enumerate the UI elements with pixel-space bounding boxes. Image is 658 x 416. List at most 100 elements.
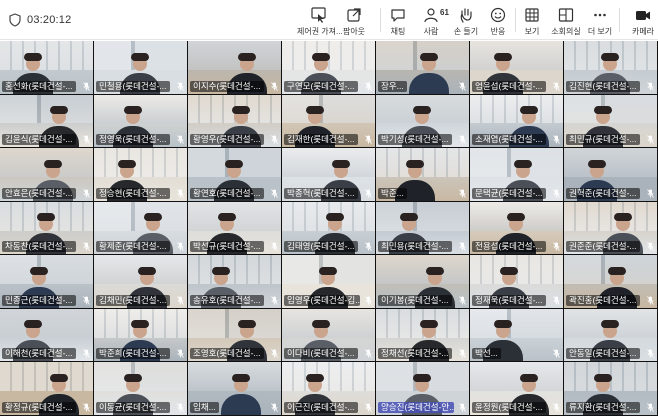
participant-tile[interactable]: 안동일(롯데건설-... — [564, 308, 658, 363]
camera-icon — [636, 11, 650, 20]
participant-tile[interactable]: 조영호(롯데건설-... — [188, 308, 282, 363]
participant-tile[interactable]: 류지환(롯데건설-... — [564, 362, 658, 416]
participant-tile[interactable]: 박기성(롯데건설-... — [376, 94, 470, 149]
participant-hair — [594, 373, 613, 382]
participant-name: 홍선화(롯데건설-... — [2, 80, 76, 92]
participant-tile[interactable]: 윤정원(롯데건설-... — [470, 362, 564, 416]
participant-tile[interactable]: 민철용(롯데건설-... — [94, 41, 188, 95]
mic-muted-icon — [365, 349, 372, 359]
participant-tile[interactable]: 이해천(롯데건설-... — [0, 308, 94, 363]
video-background — [564, 148, 657, 178]
participant-tile[interactable]: 박선... — [470, 308, 564, 363]
participant-hair — [493, 320, 512, 329]
participant-name: 김윤식(롯데건설-... — [2, 134, 76, 146]
participant-tile[interactable]: 임영우(롯데건설-김... — [282, 255, 376, 309]
participant-tile[interactable]: 엄윤섭(롯데건설-... — [470, 41, 564, 95]
mic-muted-icon — [83, 81, 90, 91]
participant-tile[interactable]: 박준희(롯데건설-... — [94, 308, 188, 363]
toolbar-separator — [380, 8, 381, 32]
participant-tile[interactable]: 김태영(롯데건설-... — [282, 201, 376, 256]
mic-muted-icon — [459, 188, 466, 198]
participant-name: 차동찬(롯데건설-... — [2, 241, 76, 253]
participant-name: 임영우(롯데건설-김... — [284, 294, 360, 306]
participant-hair — [513, 159, 532, 168]
participant-name: 박준... — [378, 187, 407, 199]
participant-tile[interactable]: 문택균(롯데건설-... — [470, 148, 564, 202]
participant-tile[interactable]: 박종혁(롯데건설-... — [282, 148, 376, 202]
participant-tile[interactable]: 최민용(롯데건설-... — [376, 201, 470, 256]
participant-tile[interactable]: 정승현(롯데건설-... — [94, 148, 188, 202]
participant-tile[interactable]: 홍선화(롯데건설-... — [0, 41, 94, 95]
chat-icon — [391, 9, 405, 22]
participant-hair — [144, 213, 163, 222]
participant-name: 소재엽(롯데건설-... — [472, 134, 546, 146]
participant-name: 박준희(롯데건설-... — [96, 348, 170, 360]
participant-tile[interactable]: 권준준(롯데건설-... — [564, 201, 658, 256]
video-background — [188, 255, 281, 285]
participant-name: 정영욱(롯데건설-... — [96, 134, 170, 146]
participant-tile[interactable]: 이다비(롯데건설-... — [282, 308, 376, 363]
participant-name: 이동균(롯데건설-... — [96, 401, 170, 413]
participant-tile[interactable]: 박선규(롯데건설-... — [188, 201, 282, 256]
participant-tile[interactable]: 박준... — [376, 148, 470, 202]
participant-tile[interactable]: 정채선(롯데건설-... — [376, 308, 470, 363]
participant-tile[interactable]: 임채... — [188, 362, 282, 416]
participant-tile[interactable]: 황제준(롯데건설-... — [94, 201, 188, 256]
participant-tile[interactable]: 양승진(롯데건설-안... — [376, 362, 470, 416]
participant-tile[interactable]: 이지수(롯데건설-... — [188, 41, 282, 95]
mic-muted-icon — [365, 296, 372, 305]
participant-name: 황영우(롯데건설-... — [190, 134, 264, 146]
participant-tile[interactable]: 권혁준(롯데건설-... — [564, 148, 658, 202]
meeting-timer: 03:20:12 — [27, 14, 72, 26]
participant-name: 최민용(롯데건설-... — [378, 241, 452, 253]
participant-tile[interactable]: 황정규(롯데건설-... — [0, 362, 94, 416]
participant-hair — [225, 159, 244, 168]
participant-tile[interactable]: 김재한(롯데건설-... — [282, 94, 376, 149]
participant-hair — [399, 213, 418, 222]
camera-button[interactable]: 카메라 — [621, 4, 658, 36]
video-background — [0, 308, 93, 338]
participant-name: 권준준(롯데건설-... — [566, 241, 640, 253]
participant-tile[interactable]: 이동균(롯데건설-... — [94, 362, 188, 416]
video-background — [376, 255, 469, 285]
participant-tile[interactable]: 이기봉(롯데건설-... — [376, 255, 470, 309]
participant-name: 엄윤섭(롯데건설-... — [472, 80, 546, 92]
popout-button[interactable]: 팝아웃 — [332, 4, 376, 36]
participant-tile[interactable]: 황연호(롯데건설-... — [188, 148, 282, 202]
people-icon — [424, 8, 438, 23]
participant-tile[interactable]: 민종근(롯데건설-... — [0, 255, 94, 309]
mic-muted-icon — [271, 349, 278, 359]
participant-tile[interactable]: 장우... — [376, 41, 470, 95]
video-background — [470, 308, 563, 338]
participant-tile[interactable]: 김윤식(롯데건설-... — [0, 94, 94, 149]
participant-tile[interactable]: 전용섭(롯데건설-... — [470, 201, 564, 256]
participant-name: 전용섭(롯데건설-... — [472, 241, 546, 253]
participant-hair — [426, 266, 445, 275]
participant-tile[interactable]: 송유호(롯데건설-... — [188, 255, 282, 309]
participant-hair — [50, 106, 69, 115]
mic-muted-icon — [553, 242, 560, 252]
more-button[interactable]: 더 보기 — [578, 4, 622, 36]
participant-tile[interactable]: 김진현(롯데건설-... — [564, 41, 658, 95]
participant-tile[interactable]: 황영우(롯데건설-... — [188, 94, 282, 149]
mic-muted-icon — [553, 81, 560, 91]
participant-name: 김재한(롯데건설-... — [284, 134, 358, 146]
participant-tile[interactable]: 소재엽(롯데건설-... — [470, 94, 564, 149]
participant-tile[interactable]: 김채민(롯데건설-... — [94, 255, 188, 309]
participant-tile[interactable]: 차동찬(롯데건설-... — [0, 201, 94, 256]
participant-tile[interactable]: 정재욱(롯데건설-... — [470, 255, 564, 309]
participant-tile[interactable]: 정영욱(롯데건설-... — [94, 94, 188, 149]
mic-muted-icon — [271, 242, 278, 252]
participant-hair — [520, 373, 539, 382]
participant-tile[interactable]: 최민규(롯데건설-... — [564, 94, 658, 149]
participant-hair — [43, 159, 62, 168]
mic-muted-icon — [459, 349, 466, 359]
participant-name: 권혁준(롯데건설-... — [566, 187, 640, 199]
participant-tile[interactable]: 곽진홍(롯데건설-... — [564, 255, 658, 309]
participant-tile[interactable]: 구연모(롯데건설-... — [282, 41, 376, 95]
participant-tile[interactable]: 안효은(롯데건설-... — [0, 148, 94, 202]
participant-name: 문택균(롯데건설-... — [472, 187, 546, 199]
participant-tile[interactable]: 이근진(롯데건설-... — [282, 362, 376, 416]
mic-muted-icon — [647, 349, 654, 359]
rooms-icon — [558, 8, 574, 22]
